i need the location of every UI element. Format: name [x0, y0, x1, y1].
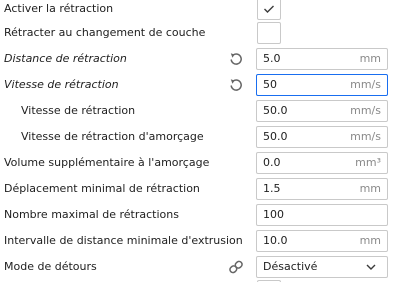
- max-count-value: 100: [263, 208, 284, 221]
- extrusion-window-value: 10.0: [263, 234, 288, 247]
- retraction-speed-input[interactable]: 50 mm/s: [256, 74, 388, 96]
- setting-label-max-count: Nombre maximal de rétractions: [4, 208, 179, 221]
- setting-label-extrusion-window: Intervalle de distance minimale d'extrus…: [4, 234, 243, 247]
- retraction-speed-unit: mm/s: [350, 78, 381, 91]
- setting-row-min-travel: Déplacement minimal de rétraction 1.5 mm: [0, 176, 394, 202]
- setting-label-extra-prime-amount: Volume supplémentaire à l'amorçage: [4, 156, 210, 169]
- setting-row-retraction-speed: Vitesse de rétraction 50 mm/s: [0, 72, 394, 98]
- min-travel-value: 1.5: [263, 182, 281, 195]
- retraction-speed-value: 50: [263, 78, 277, 91]
- extra-prime-amount-value: 0.0: [263, 156, 281, 169]
- retract-speed-value: 50.0: [263, 104, 288, 117]
- reset-retraction-distance-button[interactable]: [227, 51, 245, 67]
- retraction-settings-panel: Activer la rétraction Rétracter au chang…: [0, 0, 394, 282]
- min-travel-unit: mm: [359, 182, 381, 195]
- setting-row-max-count: Nombre maximal de rétractions 100: [0, 202, 394, 228]
- setting-label-retract-speed: Vitesse de rétraction: [21, 104, 136, 117]
- chevron-down-icon: [366, 264, 376, 270]
- setting-label-retraction-distance: Distance de rétraction: [4, 52, 127, 65]
- reset-icon: [230, 79, 242, 91]
- extra-prime-amount-input[interactable]: 0.0 mm³: [256, 152, 388, 174]
- retraction-distance-unit: mm: [359, 52, 381, 65]
- combing-mode-value: Désactivé: [263, 260, 318, 273]
- reset-icon: [230, 53, 242, 65]
- setting-label-enable-retraction: Activer la rétraction: [4, 2, 114, 15]
- extrusion-window-unit: mm: [359, 234, 381, 247]
- retraction-distance-value: 5.0: [263, 52, 281, 65]
- prime-speed-input[interactable]: 50.0 mm/s: [256, 126, 388, 148]
- setting-row-retract-layer-change: Rétracter au changement de couche: [0, 20, 394, 46]
- setting-row-retraction-distance: Distance de rétraction 5.0 mm: [0, 46, 394, 72]
- max-count-input[interactable]: 100: [256, 204, 388, 226]
- prime-speed-value: 50.0: [263, 130, 288, 143]
- setting-row-enable-retraction: Activer la rétraction: [0, 0, 394, 22]
- retraction-distance-input[interactable]: 5.0 mm: [256, 48, 388, 70]
- setting-label-prime-speed: Vitesse de rétraction d'amorçage: [21, 130, 204, 143]
- check-icon: [264, 5, 274, 13]
- setting-label-combing-mode: Mode de détours: [4, 260, 97, 273]
- linked-setting-indicator[interactable]: [227, 259, 245, 275]
- enable-retraction-checkbox[interactable]: [257, 0, 281, 20]
- setting-label-retraction-speed: Vitesse de rétraction: [4, 78, 119, 91]
- setting-row-extra-prime-amount: Volume supplémentaire à l'amorçage 0.0 m…: [0, 150, 394, 176]
- extra-prime-amount-unit: mm³: [355, 156, 381, 169]
- setting-row-extrusion-window: Intervalle de distance minimale d'extrus…: [0, 228, 394, 254]
- setting-row-combing-mode: Mode de détours Désactivé: [0, 254, 394, 280]
- prime-speed-unit: mm/s: [350, 130, 381, 143]
- setting-row-prime-speed: Vitesse de rétraction d'amorçage 50.0 mm…: [0, 124, 394, 150]
- setting-label-min-travel: Déplacement minimal de rétraction: [4, 182, 200, 195]
- min-travel-input[interactable]: 1.5 mm: [256, 178, 388, 200]
- setting-row-retract-speed: Vitesse de rétraction 50.0 mm/s: [0, 98, 394, 124]
- link-icon: [229, 260, 243, 274]
- retract-speed-unit: mm/s: [350, 104, 381, 117]
- retract-layer-change-checkbox[interactable]: [257, 22, 281, 44]
- extrusion-window-input[interactable]: 10.0 mm: [256, 230, 388, 252]
- retract-speed-input[interactable]: 50.0 mm/s: [256, 100, 388, 122]
- combing-mode-select[interactable]: Désactivé: [256, 256, 388, 278]
- reset-retraction-speed-button[interactable]: [227, 77, 245, 93]
- setting-label-retract-layer-change: Rétracter au changement de couche: [4, 26, 206, 39]
